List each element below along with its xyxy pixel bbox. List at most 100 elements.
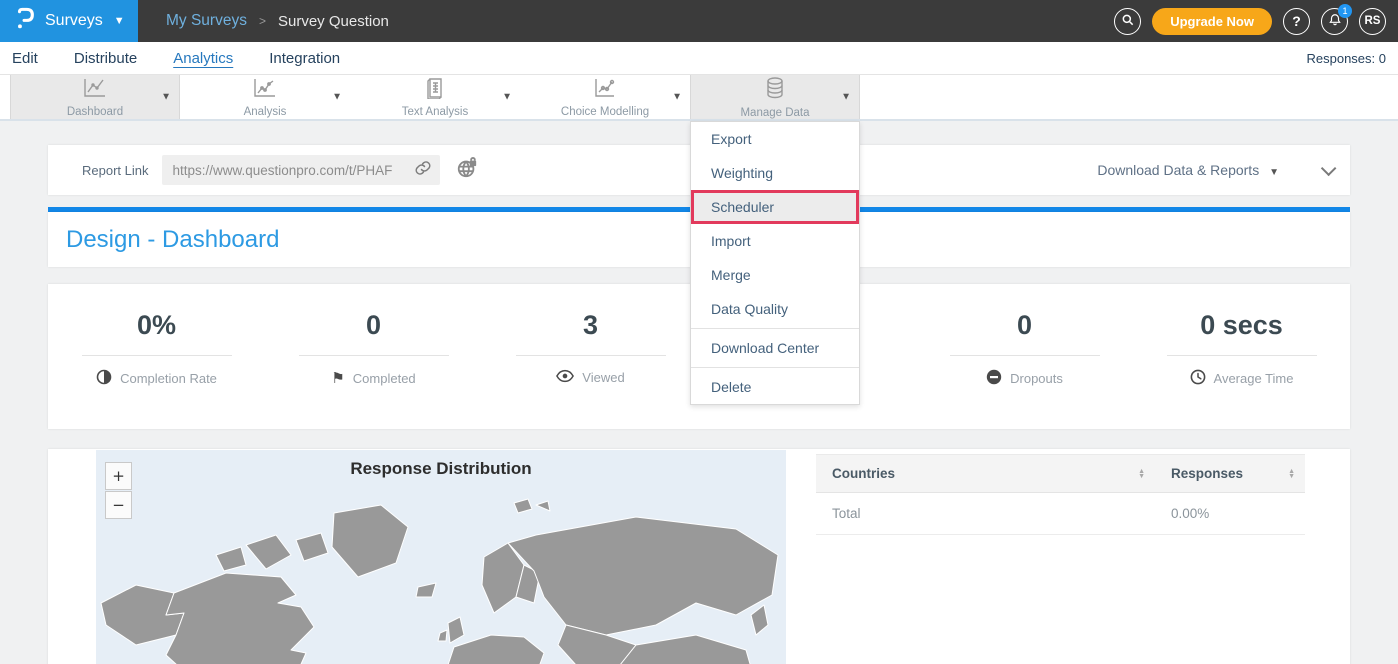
link-icon[interactable] xyxy=(414,159,432,182)
question-mark-icon: ? xyxy=(1292,13,1301,29)
survey-subnav: Edit Distribute Analytics Integration Re… xyxy=(0,42,1398,75)
stat-value: 0 xyxy=(916,310,1133,341)
stat-completed: 0 ⚑ Completed xyxy=(265,310,482,429)
menu-item-export[interactable]: Export xyxy=(691,122,859,156)
map-title: Response Distribution xyxy=(96,450,786,479)
cell-country: Total xyxy=(816,493,1155,535)
column-header-countries[interactable]: Countries ▲▼ xyxy=(816,455,1155,493)
nav-edit[interactable]: Edit xyxy=(12,50,38,67)
half-circle-icon xyxy=(96,369,112,388)
stat-label: Completed xyxy=(353,371,416,386)
stat-value: 0 secs xyxy=(1133,310,1350,341)
header-label: Countries xyxy=(832,466,895,481)
help-button[interactable]: ? xyxy=(1283,8,1310,35)
breadcrumb-my-surveys[interactable]: My Surveys xyxy=(166,12,247,30)
chevron-down-icon[interactable]: ▼ xyxy=(841,92,851,103)
download-data-reports-label: Download Data & Reports xyxy=(1097,162,1259,178)
stat-value: 3 xyxy=(482,310,699,341)
header-label: Responses xyxy=(1171,466,1243,481)
menu-item-data-quality[interactable]: Data Quality xyxy=(691,292,859,326)
stat-label: Average Time xyxy=(1214,371,1294,386)
eye-icon xyxy=(556,369,574,386)
zoom-in-button[interactable]: + xyxy=(105,462,132,490)
stat-value: 0% xyxy=(48,310,265,341)
stat-viewed: 3 Viewed xyxy=(482,310,699,429)
zoom-out-button[interactable]: − xyxy=(105,491,132,519)
nav-analytics[interactable]: Analytics xyxy=(173,50,233,67)
chevron-down-icon[interactable]: ▼ xyxy=(502,92,512,103)
globe-lock-icon[interactable] xyxy=(456,157,478,184)
tab-label: Analysis xyxy=(244,106,287,118)
world-map-panel[interactable]: Response Distribution + − xyxy=(96,450,786,664)
breadcrumb: My Surveys > Survey Question xyxy=(166,12,389,30)
notifications-button[interactable]: 1 xyxy=(1321,8,1348,35)
tab-label: Text Analysis xyxy=(402,106,468,118)
tab-manage-data[interactable]: Manage Data ▼ xyxy=(690,75,860,119)
tab-analysis[interactable]: Analysis ▼ xyxy=(180,75,350,119)
world-map[interactable] xyxy=(96,485,786,664)
breadcrumb-separator-icon: > xyxy=(259,14,266,28)
manage-data-menu: Export Weighting Scheduler Import Merge … xyxy=(690,121,860,405)
tab-text-analysis[interactable]: Text Analysis ▼ xyxy=(350,75,520,119)
stat-value: 0 xyxy=(265,310,482,341)
chevron-down-icon[interactable]: ▼ xyxy=(672,92,682,103)
scatter-chart-icon xyxy=(252,77,278,104)
avatar-initials: RS xyxy=(1365,15,1381,27)
menu-divider xyxy=(691,328,859,329)
sort-icon[interactable]: ▲▼ xyxy=(1138,469,1145,479)
search-button[interactable] xyxy=(1114,8,1141,35)
response-distribution-card: Response Distribution + − xyxy=(48,449,1350,664)
minus-circle-icon xyxy=(986,369,1002,388)
stat-label: Viewed xyxy=(582,370,624,385)
report-url-field[interactable]: https://www.questionpro.com/t/PHAF xyxy=(162,155,440,185)
report-link-label: Report Link xyxy=(82,163,148,178)
avatar[interactable]: RS xyxy=(1359,8,1386,35)
menu-item-merge[interactable]: Merge xyxy=(691,258,859,292)
tab-choice-modelling[interactable]: Choice Modelling ▼ xyxy=(520,75,690,119)
analytics-toolbar: Dashboard ▼ Analysis ▼ Text Analysis ▼ C… xyxy=(0,75,1398,121)
tab-label: Choice Modelling xyxy=(561,106,649,118)
menu-item-scheduler[interactable]: Scheduler xyxy=(691,190,859,224)
menu-divider xyxy=(691,367,859,368)
surveys-menu-button[interactable]: Surveys ▼ xyxy=(0,0,138,42)
sort-icon[interactable]: ▲▼ xyxy=(1288,469,1295,479)
countries-table: Countries ▲▼ Responses ▲▼ xyxy=(816,450,1305,664)
chevron-down-icon: ▼ xyxy=(1269,167,1279,178)
page-title: Design - Dashboard xyxy=(66,226,279,254)
tab-label: Manage Data xyxy=(740,107,809,119)
map-zoom-controls: + − xyxy=(105,462,132,519)
chevron-down-icon: ▼ xyxy=(114,15,125,27)
top-bar: Surveys ▼ My Surveys > Survey Question U… xyxy=(0,0,1398,42)
document-icon xyxy=(422,77,448,104)
table-header-row: Countries ▲▼ Responses ▲▼ xyxy=(816,455,1305,493)
nav-integration[interactable]: Integration xyxy=(269,50,340,67)
column-header-responses[interactable]: Responses ▲▼ xyxy=(1155,455,1305,493)
nav-distribute[interactable]: Distribute xyxy=(74,50,137,67)
questionpro-logo-icon xyxy=(14,6,36,37)
database-icon xyxy=(762,76,788,105)
menu-item-download-center[interactable]: Download Center xyxy=(691,331,859,365)
upgrade-now-button[interactable]: Upgrade Now xyxy=(1152,8,1272,35)
chevron-down-icon[interactable]: ▼ xyxy=(161,92,171,103)
stat-average-time: 0 secs Average Time xyxy=(1133,310,1350,429)
report-url-value: https://www.questionpro.com/t/PHAF xyxy=(172,163,414,178)
download-data-reports-dropdown[interactable]: Download Data & Reports ▼ xyxy=(1097,162,1279,178)
stat-label: Completion Rate xyxy=(120,371,217,386)
table-row: Total 0.00% xyxy=(816,493,1305,535)
menu-item-delete[interactable]: Delete xyxy=(691,370,859,404)
flag-icon: ⚑ xyxy=(331,369,344,387)
logo-label: Surveys xyxy=(45,12,103,30)
tab-dashboard[interactable]: Dashboard ▼ xyxy=(10,75,180,119)
stat-completion-rate: 0% Completion Rate xyxy=(48,310,265,429)
menu-item-weighting[interactable]: Weighting xyxy=(691,156,859,190)
collapse-chevron-icon[interactable] xyxy=(1321,160,1337,176)
model-chart-icon xyxy=(592,77,618,104)
chevron-down-icon[interactable]: ▼ xyxy=(332,92,342,103)
notification-badge: 1 xyxy=(1338,4,1352,18)
line-chart-icon xyxy=(82,77,108,104)
stat-label: Dropouts xyxy=(1010,371,1063,386)
responses-count: Responses: 0 xyxy=(1307,51,1387,66)
cell-responses: 0.00% xyxy=(1155,493,1305,535)
menu-item-import[interactable]: Import xyxy=(691,224,859,258)
clock-icon xyxy=(1190,369,1206,388)
